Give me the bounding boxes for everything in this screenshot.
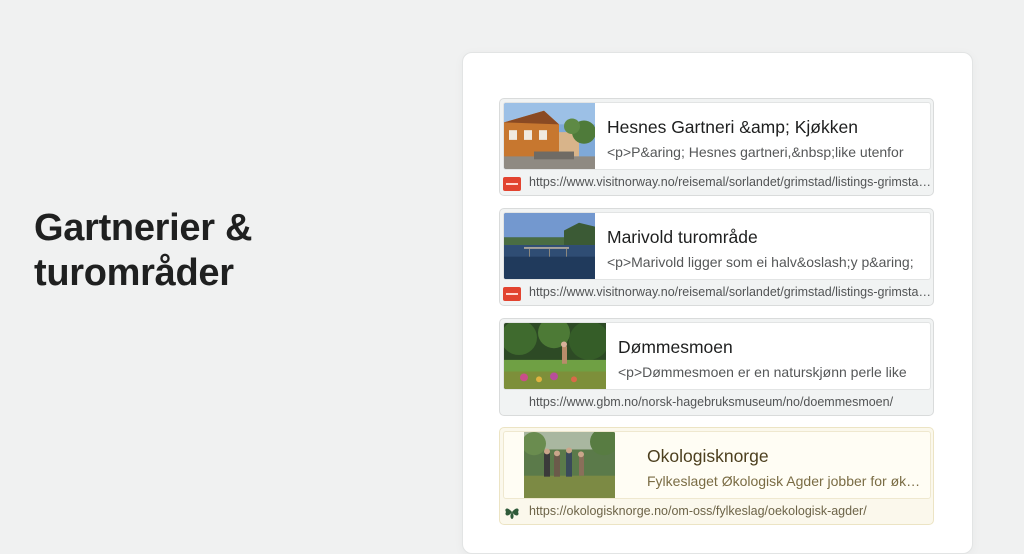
thumbnail-image bbox=[504, 323, 606, 389]
result-title[interactable]: Marivold turområde bbox=[607, 227, 925, 248]
result-card-marivold[interactable]: Marivold turområde <p>Marivold ligger so… bbox=[499, 208, 934, 306]
thumbnail-image bbox=[524, 432, 615, 498]
result-url[interactable]: https://okologisknorge.no/om-oss/fylkesl… bbox=[529, 504, 931, 518]
heading-line-2: turområder bbox=[34, 252, 234, 294]
result-title[interactable]: Dømmesmoen bbox=[618, 337, 924, 358]
result-url[interactable]: https://www.visitnorway.no/reisemal/sorl… bbox=[529, 285, 931, 299]
results-panel: Hesnes Gartneri &amp; Kjøkken <p>P&aring… bbox=[462, 52, 973, 554]
heading-line-1: Gartnerier & bbox=[34, 207, 253, 249]
result-card-body[interactable]: Dømmesmoen <p>Dømmesmoen er en naturskjø… bbox=[503, 322, 931, 390]
result-card-body[interactable]: Okologisknorge Fylkeslaget Økologisk Agd… bbox=[503, 431, 931, 499]
result-url[interactable]: https://www.gbm.no/norsk-hagebruksmuseum… bbox=[529, 395, 931, 409]
thumbnail-image bbox=[504, 103, 595, 169]
result-snippet: <p>Dømmesmoen er en naturskjønn perle li… bbox=[618, 364, 907, 380]
result-snippet: <p>P&aring; Hesnes gartneri,&nbsp;like u… bbox=[607, 144, 904, 160]
result-card-body[interactable]: Hesnes Gartneri &amp; Kjøkken <p>P&aring… bbox=[503, 102, 931, 170]
thumbnail-image bbox=[504, 213, 595, 279]
result-card-okologisknorge[interactable]: Okologisknorge Fylkeslaget Økologisk Agd… bbox=[499, 427, 934, 525]
visitnorway-icon bbox=[503, 287, 521, 301]
result-snippet: Fylkeslaget Økologisk Agder jobber for ø… bbox=[647, 473, 923, 489]
visitnorway-icon bbox=[503, 177, 521, 191]
result-url[interactable]: https://www.visitnorway.no/reisemal/sorl… bbox=[529, 175, 931, 189]
result-title[interactable]: Hesnes Gartneri &amp; Kjøkken bbox=[607, 117, 925, 138]
result-snippet: <p>Marivold ligger som ei halv&oslash;y … bbox=[607, 254, 914, 270]
result-title[interactable]: Okologisknorge bbox=[647, 446, 925, 467]
page-heading: Gartnerier & turområder bbox=[34, 206, 364, 296]
result-card-hesnes[interactable]: Hesnes Gartneri &amp; Kjøkken <p>P&aring… bbox=[499, 98, 934, 196]
result-card-body[interactable]: Marivold turområde <p>Marivold ligger so… bbox=[503, 212, 931, 280]
result-card-dommesmoen[interactable]: Dømmesmoen <p>Dømmesmoen er en naturskjø… bbox=[499, 318, 934, 416]
leaf-icon bbox=[503, 504, 521, 520]
